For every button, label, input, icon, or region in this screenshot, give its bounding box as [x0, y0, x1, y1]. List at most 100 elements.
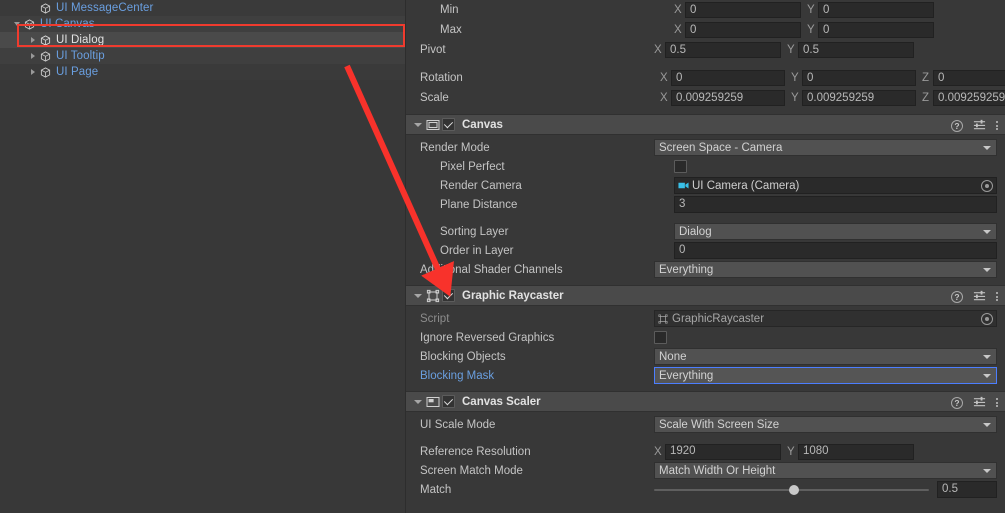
object-picker-icon[interactable]: [981, 312, 993, 325]
rotation-x-input[interactable]: 0: [671, 70, 785, 86]
more-menu-icon[interactable]: [996, 292, 998, 301]
pivot-y-input[interactable]: 0.5: [798, 42, 914, 58]
pivot-x-input[interactable]: 0.5: [665, 42, 781, 58]
ui-scale-mode-value: Scale With Screen Size: [659, 418, 780, 431]
chevron-down-icon: [983, 354, 991, 359]
chevron-down-icon: [983, 468, 991, 473]
max-x-input[interactable]: 0: [685, 22, 801, 38]
render-mode-dropdown[interactable]: Screen Space - Camera: [654, 139, 997, 156]
rot-x-axis-label: X: [660, 72, 668, 84]
reference-resolution-y-input[interactable]: 1080: [798, 443, 914, 460]
help-icon[interactable]: ?: [951, 290, 963, 303]
help-icon[interactable]: ?: [951, 396, 963, 409]
hierarchy-empty-area[interactable]: [0, 80, 405, 513]
scale-y-axis-label: Y: [791, 92, 799, 104]
ignore-reversed-graphics-checkbox[interactable]: [654, 331, 667, 344]
sorting-layer-dropdown[interactable]: Dialog: [674, 223, 997, 240]
preset-icon[interactable]: [973, 289, 986, 305]
screen-match-mode-row: Screen Match Mode Match Width Or Height: [406, 461, 1005, 480]
ui-scale-mode-dropdown[interactable]: Scale With Screen Size: [654, 416, 997, 433]
rotation-z-input[interactable]: 0: [933, 70, 1005, 86]
render-mode-row: Render Mode Screen Space - Camera: [406, 138, 1005, 157]
rect-max-row: Max X 0 Y 0: [406, 20, 1005, 40]
rot-z-axis-label: Z: [922, 72, 930, 84]
match-slider[interactable]: [654, 481, 929, 498]
canvas-enabled-checkbox[interactable]: [442, 118, 455, 131]
foldout-closed-icon[interactable]: [27, 48, 38, 64]
canvas-component-title: Canvas: [462, 118, 503, 131]
order-in-layer-input[interactable]: 0: [674, 242, 997, 259]
graphic-raycaster-component-header[interactable]: Graphic Raycaster ?: [406, 285, 1005, 306]
canvas-scaler-foldout-icon[interactable]: [411, 400, 424, 404]
additional-shader-channels-dropdown[interactable]: Everything: [654, 261, 997, 278]
hierarchy-row-ui-tooltip[interactable]: UI Tooltip: [0, 48, 405, 64]
render-camera-objectfield[interactable]: UI Camera (Camera): [674, 177, 997, 194]
blocking-objects-label: Blocking Objects: [420, 350, 506, 363]
graphic-raycaster-foldout-icon[interactable]: [411, 294, 424, 298]
script-label: Script: [420, 312, 450, 325]
inspector-panel[interactable]: Min X 0 Y 0 Max X 0 Y 0 Pivot X 0.5 Y 0.…: [405, 0, 1005, 513]
blocking-objects-dropdown[interactable]: None: [654, 348, 997, 365]
scale-y-input[interactable]: 0.009259259: [802, 90, 916, 106]
min-x-input[interactable]: 0: [685, 2, 801, 18]
scale-x-input[interactable]: 0.009259259: [671, 90, 785, 106]
hierarchy-row-ui-page[interactable]: UI Page: [0, 64, 405, 80]
more-menu-icon[interactable]: [996, 398, 998, 407]
hierarchy-row-ui-messagecenter[interactable]: UI MessageCenter: [0, 0, 405, 16]
max-y-input[interactable]: 0: [818, 22, 934, 38]
preset-icon[interactable]: [973, 395, 986, 411]
scale-z-input[interactable]: 0.009259259: [933, 90, 1005, 106]
additional-shader-channels-value: Everything: [659, 263, 714, 276]
hierarchy-panel[interactable]: UI MessageCenter UI Canvas UI Dialog UI …: [0, 0, 405, 513]
sorting-layer-label: Sorting Layer: [440, 225, 509, 238]
canvas-scaler-component-title: Canvas Scaler: [462, 395, 541, 408]
preset-icon[interactable]: [973, 118, 986, 134]
graphic-raycaster-enabled-checkbox[interactable]: [442, 289, 455, 302]
help-icon[interactable]: ?: [951, 119, 963, 132]
render-camera-label: Render Camera: [440, 179, 522, 192]
rect-min-row: Min X 0 Y 0: [406, 0, 1005, 20]
match-slider-handle[interactable]: [789, 484, 800, 495]
object-picker-icon[interactable]: [981, 179, 993, 192]
screen-match-mode-value: Match Width Or Height: [659, 464, 776, 477]
additional-shader-channels-label: Additional Shader Channels: [420, 263, 563, 276]
render-mode-label: Render Mode: [420, 141, 490, 154]
canvas-scaler-enabled-checkbox[interactable]: [442, 395, 455, 408]
match-value-input[interactable]: 0.5: [937, 481, 997, 498]
ui-scale-mode-label: UI Scale Mode: [420, 418, 496, 431]
min-y-input[interactable]: 0: [818, 2, 934, 18]
render-camera-value: UI Camera (Camera): [692, 179, 800, 192]
reference-resolution-x-input[interactable]: 1920: [665, 443, 781, 460]
chevron-down-icon: [983, 373, 991, 378]
camera-icon: [678, 181, 689, 190]
rect-max-label: Max: [440, 24, 462, 36]
refres-y-axis-label: Y: [787, 445, 795, 458]
plane-distance-input[interactable]: 3: [674, 196, 997, 213]
more-menu-icon[interactable]: [996, 121, 998, 130]
foldout-closed-icon[interactable]: [27, 64, 38, 80]
max-y-axis-label: Y: [807, 24, 815, 36]
reference-resolution-label: Reference Resolution: [420, 445, 531, 458]
sorting-layer-row: Sorting Layer Dialog: [406, 222, 1005, 241]
scale-z-axis-label: Z: [922, 92, 930, 104]
blocking-mask-dropdown[interactable]: Everything: [654, 367, 997, 384]
pixel-perfect-checkbox[interactable]: [674, 160, 687, 173]
min-x-axis-label: X: [674, 4, 682, 16]
rect-min-label: Min: [440, 4, 459, 16]
plane-distance-label: Plane Distance: [440, 198, 518, 211]
match-label: Match: [420, 483, 452, 496]
order-in-layer-label: Order in Layer: [440, 244, 514, 257]
graphic-raycaster-icon: [424, 289, 442, 303]
script-icon: [658, 314, 668, 324]
canvas-component-header[interactable]: Canvas ?: [406, 114, 1005, 135]
max-x-axis-label: X: [674, 24, 682, 36]
ignore-reversed-graphics-row: Ignore Reversed Graphics: [406, 328, 1005, 347]
rect-spacer: [406, 60, 1005, 68]
screen-match-mode-dropdown[interactable]: Match Width Or Height: [654, 462, 997, 479]
blocking-mask-row: Blocking Mask Everything: [406, 366, 1005, 385]
pivot-x-axis-label: X: [654, 44, 662, 56]
rotation-y-input[interactable]: 0: [802, 70, 916, 86]
canvas-scaler-component-header[interactable]: Canvas Scaler ?: [406, 391, 1005, 412]
min-y-axis-label: Y: [807, 4, 815, 16]
canvas-foldout-icon[interactable]: [411, 123, 424, 127]
